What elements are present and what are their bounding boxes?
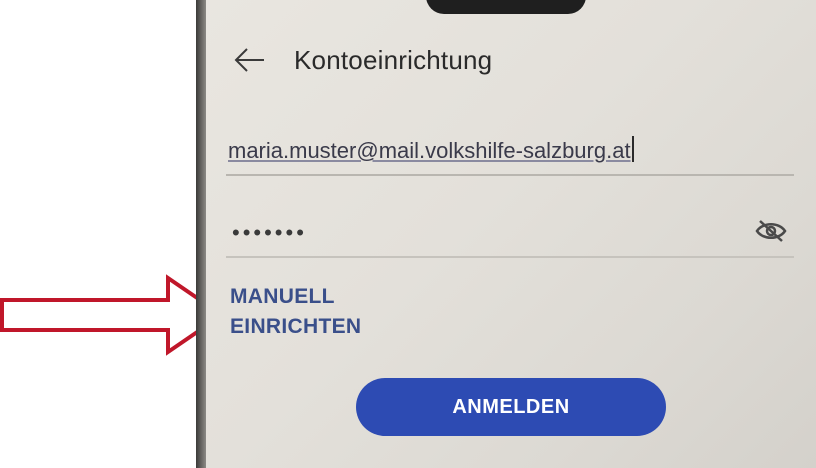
manual-setup-line2: EINRICHTEN: [230, 315, 362, 338]
email-value[interactable]: maria.muster@mail.volkshilfe-salzburg.at: [228, 136, 634, 164]
manual-setup-link[interactable]: MANUELL EINRICHTEN: [230, 282, 400, 342]
eye-off-icon[interactable]: [754, 218, 788, 244]
email-field[interactable]: maria.muster@mail.volkshilfe-salzburg.at: [226, 132, 794, 176]
page-title: Kontoeinrichtung: [294, 44, 493, 75]
password-field[interactable]: •••••••: [226, 210, 794, 258]
login-button-label: ANMELDEN: [452, 395, 570, 418]
login-button[interactable]: ANMELDEN: [356, 378, 666, 436]
manual-setup-line1: MANUELL: [230, 285, 335, 308]
camera-notch: [426, 0, 586, 14]
phone-screen: Kontoeinrichtung maria.muster@mail.volks…: [196, 0, 816, 468]
app-header: Kontoeinrichtung: [232, 40, 492, 80]
text-cursor: [631, 136, 634, 162]
arrow-left-icon[interactable]: [232, 45, 266, 75]
password-value[interactable]: •••••••: [232, 220, 307, 246]
